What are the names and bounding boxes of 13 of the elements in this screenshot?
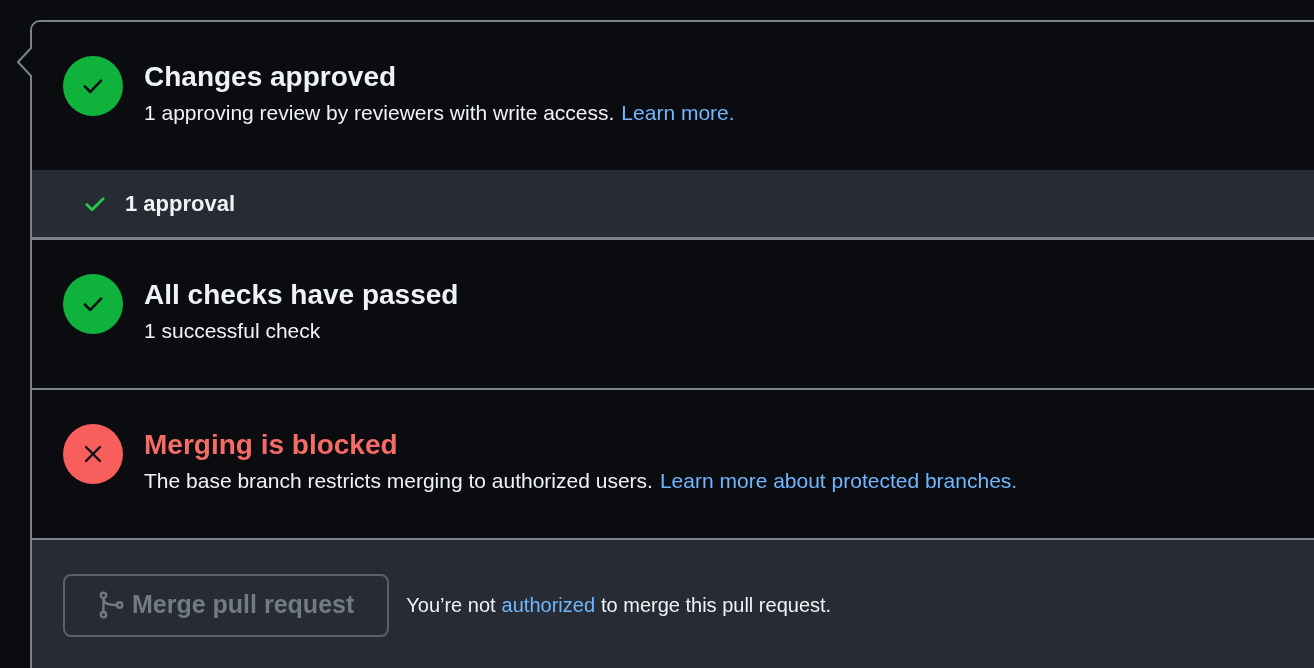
status-title: Changes approved bbox=[144, 60, 398, 94]
merge-note: to merge this pull request. bbox=[601, 593, 832, 618]
status-title: Merging is blocked bbox=[144, 428, 399, 462]
approval-count: 1 approval bbox=[125, 190, 236, 218]
merge-note: You’re not bbox=[406, 593, 496, 618]
status-description: 1 successful check bbox=[144, 318, 321, 344]
authorized-link[interactable]: authorized bbox=[501, 590, 595, 620]
learn-more-link[interactable]: Learn more. bbox=[621, 98, 735, 128]
status-description: The base branch restricts merging to authorized users. bbox=[144, 468, 653, 494]
status-title: All checks have passed bbox=[144, 278, 459, 312]
learn-more-link[interactable]: Learn more about protected branches. bbox=[659, 466, 1018, 496]
branch-merge-icon bbox=[98, 591, 124, 619]
status-description: 1 approving review by reviewers with write access. bbox=[144, 100, 615, 126]
